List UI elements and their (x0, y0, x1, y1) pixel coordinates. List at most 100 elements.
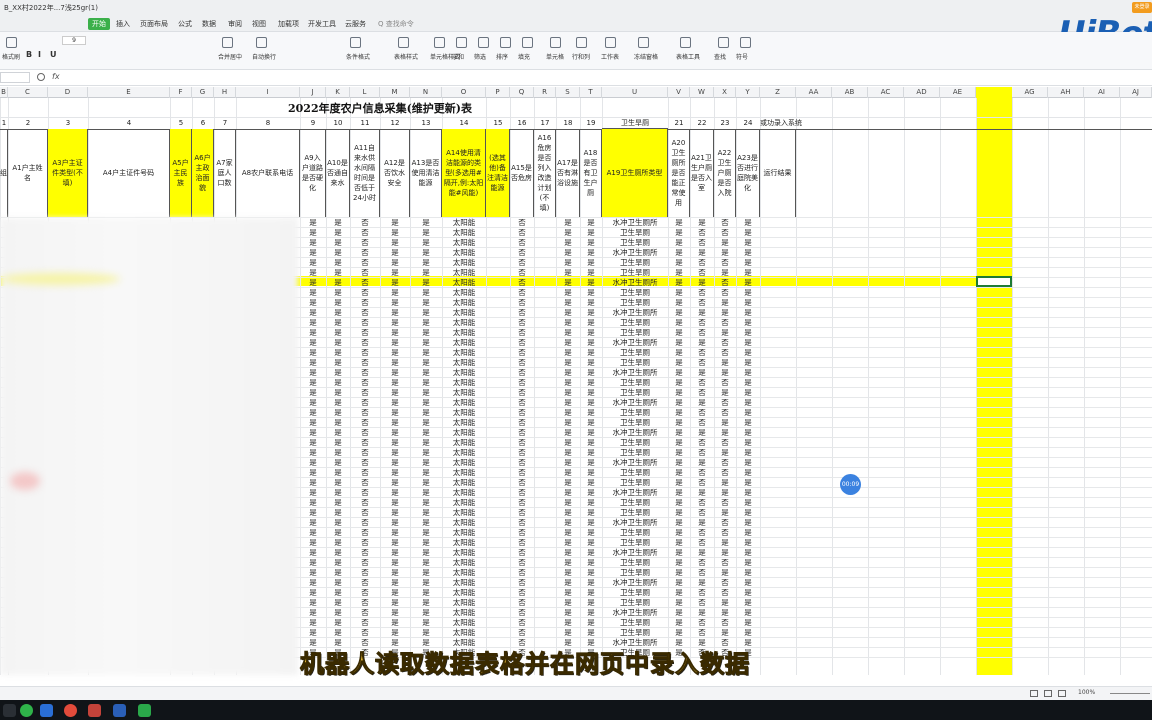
data-cell[interactable] (486, 298, 510, 308)
data-cell[interactable]: 卫生旱厕 (602, 358, 668, 368)
data-cell[interactable]: 否 (350, 358, 380, 368)
data-cell[interactable]: 是 (380, 368, 410, 378)
menu-0[interactable]: 开始 (88, 18, 110, 30)
data-cell[interactable]: 太阳能 (442, 218, 486, 228)
data-cell[interactable]: 是 (736, 568, 760, 578)
data-cell[interactable]: 是 (580, 478, 602, 488)
data-cell[interactable]: 是 (556, 598, 580, 608)
table-row[interactable]: 是是否是是太阳能否是是卫生旱厕是否否是 (0, 228, 1152, 238)
data-cell[interactable]: 否 (510, 388, 534, 398)
data-cell[interactable]: 是 (736, 228, 760, 238)
data-cell[interactable]: 否 (714, 578, 736, 588)
data-cell[interactable]: 是 (556, 518, 580, 528)
start-icon[interactable] (3, 704, 16, 717)
data-cell[interactable]: 否 (510, 428, 534, 438)
data-cell[interactable]: 是 (300, 278, 326, 288)
data-cell[interactable]: 是 (556, 248, 580, 258)
data-cell[interactable]: 是 (556, 308, 580, 318)
data-cell[interactable]: 是 (326, 498, 350, 508)
name-box[interactable] (0, 72, 30, 83)
data-cell[interactable]: 否 (714, 348, 736, 358)
data-cell[interactable]: 是 (668, 588, 690, 598)
table-row[interactable]: 是是否是是太阳能否是是卫生旱厕是否是是 (0, 598, 1152, 608)
data-cell[interactable]: 是 (714, 358, 736, 368)
data-cell[interactable]: 是 (714, 448, 736, 458)
data-cell[interactable]: 是 (668, 248, 690, 258)
ribbon-label-9[interactable]: 填充 (518, 52, 530, 61)
data-cell[interactable]: 是 (556, 468, 580, 478)
data-cell[interactable]: 是 (556, 618, 580, 628)
data-cell[interactable]: 否 (510, 218, 534, 228)
data-cell[interactable]: 是 (556, 628, 580, 638)
data-cell[interactable]: 否 (350, 278, 380, 288)
data-cell[interactable]: 否 (690, 298, 714, 308)
ribbon-label-14[interactable]: 表格工具 (676, 52, 700, 61)
data-cell[interactable] (534, 508, 556, 518)
data-cell[interactable]: 否 (350, 258, 380, 268)
data-cell[interactable]: 否 (510, 458, 534, 468)
data-cell[interactable]: 是 (556, 508, 580, 518)
table-row[interactable]: 是是否是是太阳能否是是卫生旱厕是否是是 (0, 538, 1152, 548)
column-header-AH[interactable]: AH (1048, 87, 1084, 98)
uibot-icon[interactable] (113, 704, 126, 717)
data-cell[interactable]: 卫生旱厕 (602, 498, 668, 508)
data-cell[interactable]: 是 (410, 438, 442, 448)
data-cell[interactable]: 是 (300, 488, 326, 498)
table-row[interactable]: 是是否是是太阳能否是是卫生旱厕是否否是 (0, 378, 1152, 388)
data-cell[interactable]: 是 (580, 578, 602, 588)
data-cell[interactable]: 是 (736, 608, 760, 618)
font-size-box[interactable]: 9 (62, 36, 86, 45)
data-cell[interactable]: 是 (326, 628, 350, 638)
data-cell[interactable]: 是 (300, 298, 326, 308)
data-cell[interactable]: 是 (668, 318, 690, 328)
data-cell[interactable]: 否 (350, 468, 380, 478)
column-header-Q[interactable]: Q (510, 87, 534, 98)
data-cell[interactable]: 水冲卫生厕所 (602, 398, 668, 408)
data-cell[interactable]: 是 (326, 458, 350, 468)
data-cell[interactable]: 否 (510, 588, 534, 598)
data-cell[interactable]: 是 (736, 408, 760, 418)
data-cell[interactable] (486, 448, 510, 458)
data-cell[interactable]: 卫生旱厕 (602, 468, 668, 478)
data-cell[interactable]: 太阳能 (442, 278, 486, 288)
data-cell[interactable]: 否 (350, 378, 380, 388)
data-cell[interactable]: 是 (380, 358, 410, 368)
data-cell[interactable]: 水冲卫生厕所 (602, 578, 668, 588)
data-cell[interactable]: 太阳能 (442, 388, 486, 398)
data-cell[interactable]: 否 (350, 548, 380, 558)
table-row[interactable]: 是是否是是太阳能否是是水冲卫生厕所是是否是 (0, 338, 1152, 348)
data-cell[interactable]: 是 (380, 588, 410, 598)
ribbon-label-8[interactable]: 排序 (496, 52, 508, 61)
data-cell[interactable]: 太阳能 (442, 438, 486, 448)
table-row[interactable]: 是是否是是太阳能否是是卫生旱厕是否是是 (0, 448, 1152, 458)
data-cell[interactable]: 否 (690, 448, 714, 458)
data-cell[interactable]: 否 (714, 398, 736, 408)
column-header-R[interactable]: R (534, 87, 556, 98)
data-cell[interactable]: 是 (668, 568, 690, 578)
data-cell[interactable]: 否 (714, 338, 736, 348)
data-cell[interactable]: 是 (556, 388, 580, 398)
data-cell[interactable]: 否 (350, 478, 380, 488)
data-cell[interactable] (486, 578, 510, 588)
data-cell[interactable]: 是 (580, 418, 602, 428)
data-cell[interactable]: 否 (510, 448, 534, 458)
data-cell[interactable]: 是 (556, 458, 580, 468)
data-cell[interactable] (534, 418, 556, 428)
data-cell[interactable]: 太阳能 (442, 538, 486, 548)
data-cell[interactable]: 否 (690, 228, 714, 238)
table-row[interactable]: 是是否是是太阳能否是是卫生旱厕是否否是 (0, 498, 1152, 508)
data-cell[interactable]: 是 (300, 608, 326, 618)
data-cell[interactable]: 否 (350, 488, 380, 498)
column-header-K[interactable]: K (326, 87, 350, 98)
data-cell[interactable]: 是 (714, 548, 736, 558)
data-cell[interactable]: 是 (580, 278, 602, 288)
data-cell[interactable] (486, 418, 510, 428)
data-cell[interactable]: 是 (714, 488, 736, 498)
column-header-M[interactable]: M (380, 87, 410, 98)
data-cell[interactable]: 是 (326, 528, 350, 538)
column-header-N[interactable]: N (410, 87, 442, 98)
ribbon-icon-2[interactable] (256, 37, 267, 48)
data-cell[interactable]: 是 (736, 478, 760, 488)
column-header-J[interactable]: J (300, 87, 326, 98)
data-cell[interactable]: 是 (410, 528, 442, 538)
